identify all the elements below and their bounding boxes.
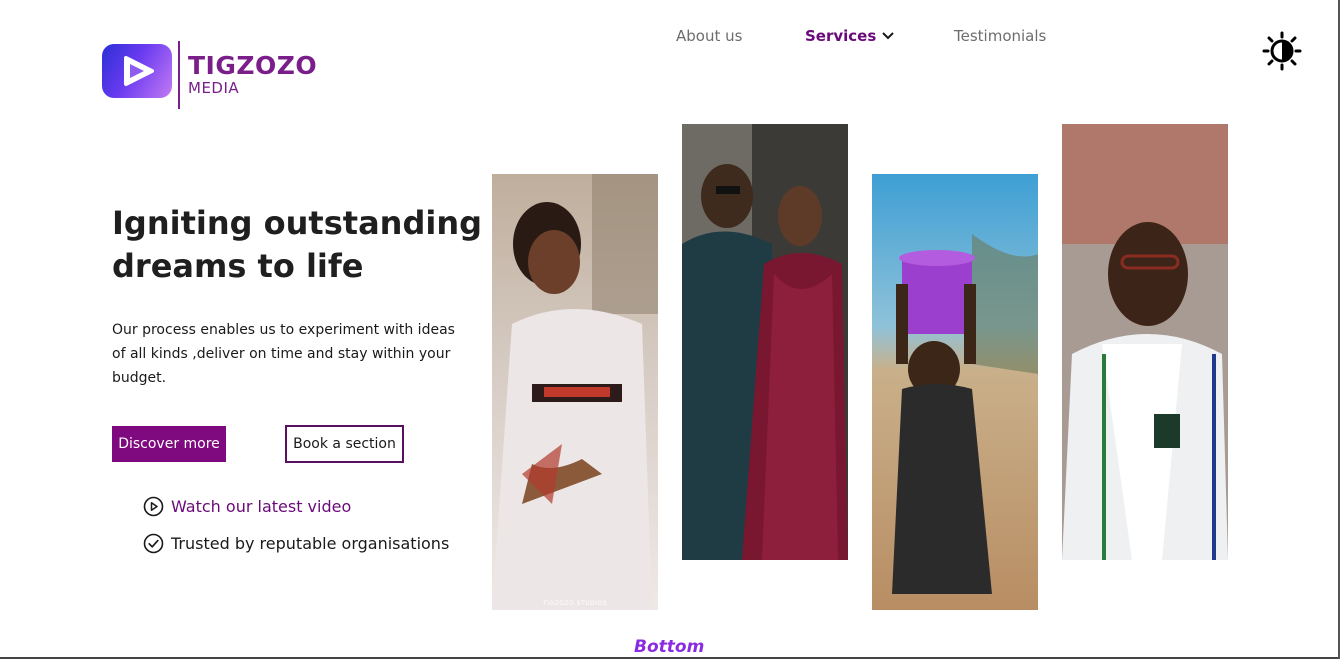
- discover-more-button[interactable]: Discover more: [112, 426, 226, 462]
- nav-services[interactable]: Services: [805, 26, 895, 46]
- chevron-down-icon: [882, 26, 895, 44]
- nav-testimonials[interactable]: Testimonials: [954, 27, 1046, 45]
- hero-title: Igniting outstanding dreams to life: [112, 204, 482, 285]
- watch-video-link[interactable]: Watch our latest video: [143, 494, 351, 518]
- gallery-watermark: TIGZOZO STUDIOS: [543, 600, 607, 607]
- book-section-button[interactable]: Book a section: [285, 425, 404, 463]
- play-circle-icon: [143, 496, 164, 516]
- watch-video-label: Watch our latest video: [171, 496, 352, 516]
- check-circle-icon: [143, 533, 164, 553]
- gallery-photo-couple: [682, 124, 848, 560]
- nav-about-us[interactable]: About us: [676, 27, 742, 45]
- logo-divider: [178, 41, 180, 109]
- sun-contrast-icon: [1262, 31, 1302, 71]
- hero-description: Our process enables us to experiment wit…: [112, 322, 455, 386]
- brand-logo[interactable]: TIGZOZO MEDIA: [102, 41, 317, 109]
- trusted-label: Trusted by reputable organisations: [171, 533, 450, 553]
- gallery-photo-child: [872, 174, 1038, 610]
- theme-toggle-button[interactable]: [1262, 31, 1302, 71]
- play-logo-icon: [102, 44, 172, 98]
- brand-subtitle: MEDIA: [188, 79, 240, 97]
- gallery-photo-bride: TIGZOZO STUDIOS: [492, 174, 658, 610]
- brand-name: TIGZOZO: [188, 51, 318, 80]
- gallery-photo-student: [1062, 124, 1228, 560]
- trusted-by-note: Trusted by reputable organisations: [143, 531, 449, 555]
- bottom-marker-label: Bottom: [634, 637, 705, 657]
- nav-services-label: Services: [805, 27, 877, 45]
